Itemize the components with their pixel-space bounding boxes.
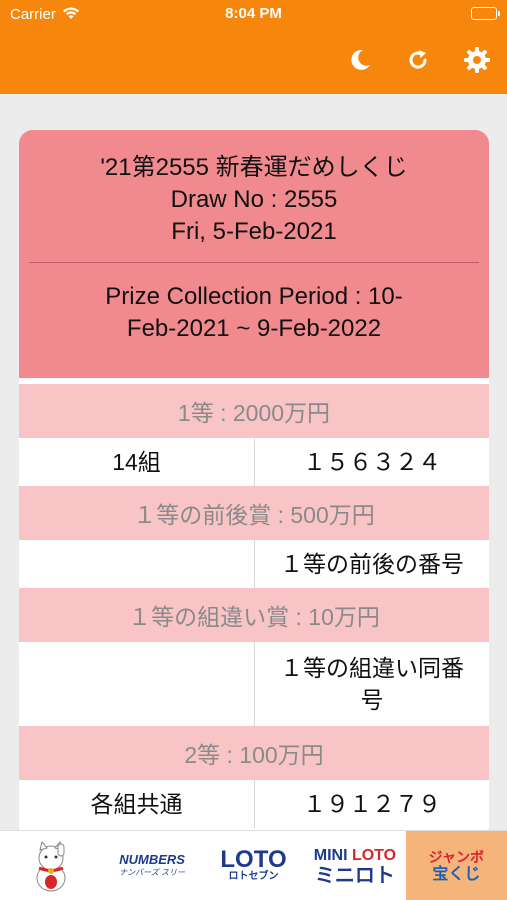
jumbo-logo: ジャンボ 宝くじ (429, 848, 484, 884)
maneki-neko-icon (36, 840, 66, 891)
nav-bar (0, 30, 507, 94)
prize-group (19, 642, 254, 726)
table-row: １等の組違い同番 号 (19, 642, 489, 726)
prize-header: 1等 : 2000万円 (19, 384, 489, 438)
prize-number: １５６３２４ (254, 438, 489, 486)
status-bar: Carrier 8:04 PM (0, 0, 507, 30)
prize-table: 1等 : 2000万円 14組 １５６３２４ １等の前後賞 : 500万円 １等… (19, 378, 489, 840)
prize-header: １等の組違い賞 : 10万円 (19, 588, 489, 642)
loto7-logo-text: LOTO (220, 845, 287, 873)
prize-number-line2: 号 (360, 687, 384, 713)
numbers-logo-text: NUMBERS (119, 851, 185, 867)
mini-loto-logo: MINI LOTO ミニロト (314, 846, 396, 886)
mini-loto-logo-mini: MINI (313, 846, 352, 864)
table-row: 14組 １５６３２４ (19, 438, 489, 486)
prize-number: １９１２７９ (254, 780, 489, 828)
prize-number-line1: １等の組違い同番 (280, 655, 464, 681)
result-card: '21第2555 新春運だめしくじ Draw No : 2555 Fri, 5-… (19, 130, 489, 840)
draw-date: Fri, 5-Feb-2021 (171, 218, 337, 245)
loto7-logo: LOTO ロトセブン (220, 845, 287, 883)
tab-maneki-neko[interactable] (0, 831, 101, 900)
battery-icon (471, 7, 500, 20)
gear-icon[interactable] (461, 44, 493, 76)
prize-group: 14組 (19, 438, 254, 486)
collection-period: Prize Collection Period : 10- Feb-2021 ~… (19, 263, 489, 345)
mini-loto-logo-sub: ミニロト (314, 864, 395, 887)
draw-title: '21第2555 新春運だめしくじ (100, 154, 408, 181)
numbers-logo-sub: ナンバーズ スリー (119, 867, 186, 877)
status-time: 8:04 PM (225, 5, 282, 22)
table-row: １等の前後の番号 (19, 540, 489, 588)
draw-header: '21第2555 新春運だめしくじ Draw No : 2555 Fri, 5-… (19, 130, 489, 378)
jumbo-logo-sub: 宝くじ (432, 865, 481, 883)
tab-mini-loto[interactable]: MINI LOTO ミニロト (304, 831, 405, 900)
table-row: 各組共通 １９１２７９ (19, 780, 489, 828)
tab-bar: NUMBERS ナンバーズ スリー LOTO ロトセブン MINI LOTO ミ… (0, 830, 507, 900)
tab-loto7[interactable]: LOTO ロトセブン (203, 831, 304, 900)
numbers-logo: NUMBERS ナンバーズ スリー (119, 853, 185, 879)
moon-icon[interactable] (344, 44, 376, 76)
loto7-logo-sub: ロトセブン (228, 870, 279, 882)
tab-numbers[interactable]: NUMBERS ナンバーズ スリー (101, 831, 202, 900)
refresh-icon[interactable] (402, 44, 434, 76)
mini-loto-logo-loto: LOTO (351, 846, 397, 864)
prize-header: １等の前後賞 : 500万円 (19, 486, 489, 540)
prize-group (19, 540, 254, 588)
jumbo-logo-text: ジャンボ (428, 848, 484, 865)
prize-group: 各組共通 (19, 780, 254, 828)
draw-number: Draw No : 2555 (170, 186, 338, 213)
collection-period-line1: Prize Collection Period : 10- (105, 283, 403, 310)
tab-jumbo[interactable]: ジャンボ 宝くじ (405, 831, 507, 900)
prize-number: １等の前後の番号 (254, 540, 489, 588)
collection-period-line2: Feb-2021 ~ 9-Feb-2022 (126, 315, 382, 342)
prize-number: １等の組違い同番 号 (254, 642, 489, 726)
prize-header: 2等 : 100万円 (19, 726, 489, 780)
